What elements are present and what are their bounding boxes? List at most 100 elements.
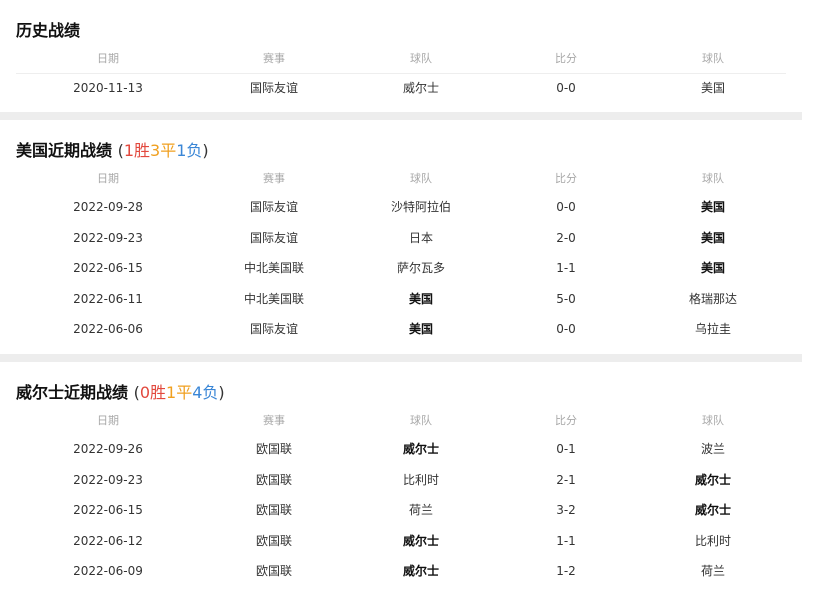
header-away-team: 球队	[702, 414, 724, 427]
table-row: 2022-09-26 欧国联 威尔士 0-1 波兰	[16, 434, 786, 464]
header-home-team: 球队	[410, 172, 432, 185]
home-team: 萨尔瓦多	[396, 261, 445, 276]
away-team: 威尔士	[694, 472, 731, 487]
away-team: 美国	[700, 230, 725, 245]
record-draws: 1平	[166, 383, 193, 402]
record-wins: 0胜	[139, 383, 167, 402]
competition: 国际友谊	[249, 200, 298, 214]
home-team: 沙特阿拉伯	[390, 200, 451, 214]
competition: 欧国联	[255, 564, 292, 579]
match-date: 2022-09-23	[73, 472, 143, 487]
section-title-wales: 威尔士近期战绩 (0胜1平4负)	[16, 379, 225, 403]
record-losses: 1负	[176, 141, 203, 160]
competition: 欧国联	[255, 503, 292, 518]
match-date: 2022-06-06	[73, 322, 143, 337]
home-team: 美国	[408, 322, 433, 337]
match-score: 3-2	[556, 503, 576, 518]
section-divider	[0, 354, 802, 362]
competition: 国际友谊	[249, 230, 298, 245]
match-date: 2022-06-12	[73, 533, 143, 548]
match-date: 2020-11-13	[73, 81, 143, 95]
match-date: 2022-06-15	[73, 261, 143, 276]
match-date: 2022-06-09	[73, 564, 143, 579]
match-score: 1-1	[556, 533, 576, 548]
competition: 欧国联	[255, 533, 292, 548]
record-losses: 4负	[192, 383, 219, 402]
header-date: 日期	[97, 172, 119, 185]
competition: 国际友谊	[249, 81, 298, 95]
header-score: 比分	[555, 52, 577, 65]
record-close: )	[202, 141, 209, 160]
header-date: 日期	[97, 414, 119, 427]
competition: 国际友谊	[249, 322, 298, 337]
section-title-usa: 美国近期战绩 (1胜3平1负)	[16, 137, 209, 161]
match-date: 2022-09-23	[73, 230, 143, 245]
header-home-team: 球队	[410, 414, 432, 427]
home-team: 威尔士	[402, 442, 439, 456]
table-header: 日期 赛事 球队 比分 球队	[16, 164, 786, 194]
match-date: 2022-06-15	[73, 503, 143, 518]
match-score: 0-0	[556, 200, 576, 214]
header-competition: 赛事	[263, 172, 285, 185]
table-row: 2020-11-13 国际友谊 威尔士 0-0 美国	[16, 73, 786, 103]
match-score: 1-2	[556, 564, 576, 579]
match-score: 0-0	[556, 81, 576, 95]
table-row: 2022-09-23 国际友谊 日本 2-0 美国	[16, 223, 786, 253]
match-score: 2-0	[556, 230, 576, 245]
wales-title: 威尔士近期战绩	[16, 383, 129, 402]
match-date: 2022-09-28	[73, 200, 143, 214]
record-draws: 3平	[150, 141, 177, 160]
away-team: 威尔士	[694, 503, 731, 518]
usa-record: (1胜3平1负)	[118, 141, 209, 160]
away-team: 美国	[700, 200, 725, 214]
usa-section: 美国近期战绩 (1胜3平1负) 日期 赛事 球队 比分 球队 2022-09-2…	[0, 120, 802, 354]
header-competition: 赛事	[263, 52, 285, 65]
competition: 欧国联	[255, 442, 292, 456]
home-team: 荷兰	[408, 503, 433, 518]
away-team: 比利时	[694, 533, 731, 548]
table-row: 2022-06-11 中北美国联 美国 5-0 格瑞那达	[16, 284, 786, 314]
away-team: 波兰	[700, 442, 725, 456]
match-score: 2-1	[556, 472, 576, 487]
competition: 欧国联	[255, 472, 292, 487]
wales-record: (0胜1平4负)	[134, 383, 225, 402]
header-date: 日期	[97, 52, 119, 65]
table-header: 日期 赛事 球队 比分 球队	[16, 406, 786, 436]
usa-title: 美国近期战绩	[16, 141, 113, 160]
away-team: 美国	[700, 261, 725, 276]
home-team: 比利时	[402, 472, 439, 487]
history-section: 历史战绩 日期 赛事 球队 比分 球队 2020-11-13 国际友谊 威尔士 0-0…	[0, 0, 802, 112]
away-team: 格瑞那达	[688, 291, 737, 306]
home-team: 威尔士	[402, 533, 439, 548]
competition: 中北美国联	[243, 261, 304, 276]
header-competition: 赛事	[263, 414, 285, 427]
wales-section: 威尔士近期战绩 (0胜1平4负) 日期 赛事 球队 比分 球队 2022-09-…	[0, 362, 802, 589]
header-score: 比分	[555, 414, 577, 427]
competition: 中北美国联	[243, 291, 304, 306]
table-row: 2022-09-23 欧国联 比利时 2-1 威尔士	[16, 465, 786, 495]
header-away-team: 球队	[702, 52, 724, 65]
table-header: 日期 赛事 球队 比分 球队	[16, 44, 786, 74]
match-score: 1-1	[556, 261, 576, 276]
match-score: 0-1	[556, 442, 576, 456]
away-team: 美国	[700, 81, 725, 95]
record-wins: 1胜	[123, 141, 151, 160]
match-date: 2022-09-26	[73, 442, 143, 456]
header-home-team: 球队	[410, 52, 432, 65]
record-close: )	[218, 383, 225, 402]
table-row: 2022-06-09 欧国联 威尔士 1-2 荷兰	[16, 556, 786, 586]
header-score: 比分	[555, 172, 577, 185]
match-date: 2022-06-11	[73, 291, 143, 306]
table-row: 2022-09-28 国际友谊 沙特阿拉伯 0-0 美国	[16, 192, 786, 222]
section-title-history: 历史战绩	[16, 21, 81, 40]
table-row: 2022-06-15 中北美国联 萨尔瓦多 1-1 美国	[16, 253, 786, 283]
match-score: 5-0	[556, 291, 576, 306]
header-away-team: 球队	[702, 172, 724, 185]
away-team: 荷兰	[700, 564, 725, 579]
home-team: 美国	[408, 291, 433, 306]
home-team: 威尔士	[402, 564, 439, 579]
section-divider	[0, 112, 802, 120]
match-score: 0-0	[556, 322, 576, 337]
away-team: 乌拉圭	[694, 322, 731, 337]
table-row: 2022-06-06 国际友谊 美国 0-0 乌拉圭	[16, 314, 786, 344]
